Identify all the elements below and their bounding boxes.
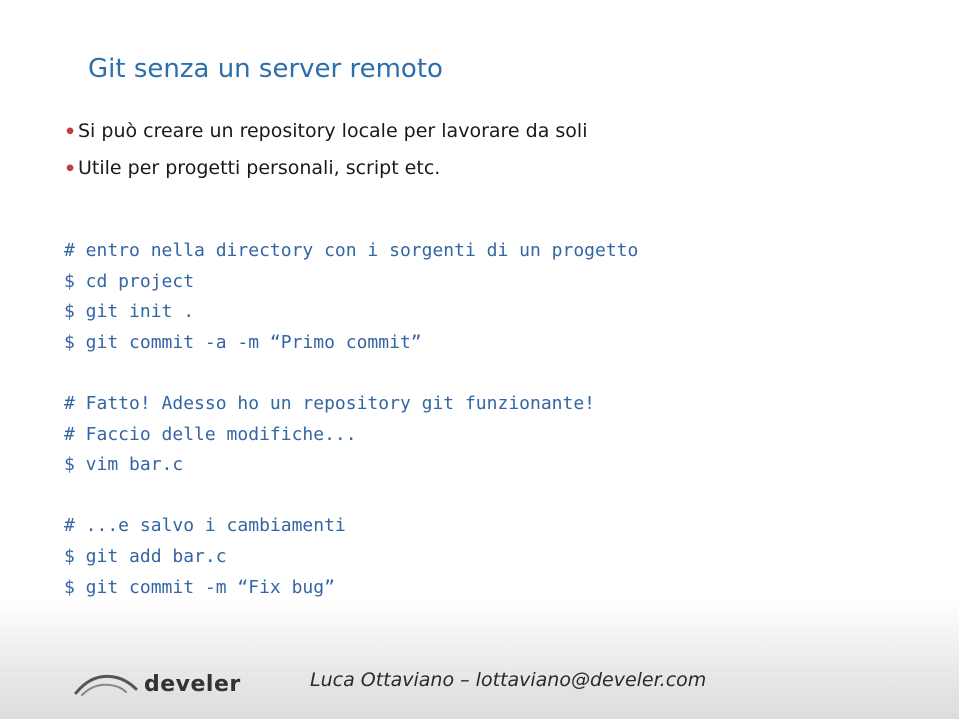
logo-mark-icon — [74, 667, 140, 697]
slide-content: • Si può creare un repository locale per… — [64, 118, 884, 191]
bullet-dot-icon: • — [64, 155, 78, 184]
bullet-text: Utile per progetti personali, script etc… — [78, 155, 884, 183]
bullet-text: Si può creare un repository locale per l… — [78, 118, 884, 146]
slide-title: Git senza un server remoto — [88, 54, 443, 84]
slide: Git senza un server remoto • Si può crea… — [0, 0, 959, 719]
bullet-item: • Utile per progetti personali, script e… — [64, 155, 884, 184]
logo: develer — [74, 667, 241, 697]
code-block: # entro nella directory con i sorgenti d… — [64, 236, 884, 603]
logo-text: develer — [144, 672, 241, 697]
bullet-dot-icon: • — [64, 118, 78, 147]
footer-background — [0, 599, 959, 719]
footer-author: Luca Ottaviano – lottaviano@develer.com — [310, 669, 706, 691]
bullet-item: • Si può creare un repository locale per… — [64, 118, 884, 147]
